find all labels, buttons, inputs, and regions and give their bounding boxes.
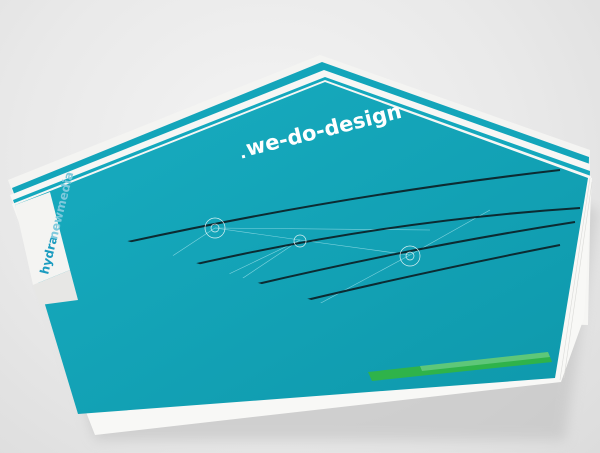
brochure-photo: hydra newmedia we-do-design bbox=[8, 55, 598, 440]
